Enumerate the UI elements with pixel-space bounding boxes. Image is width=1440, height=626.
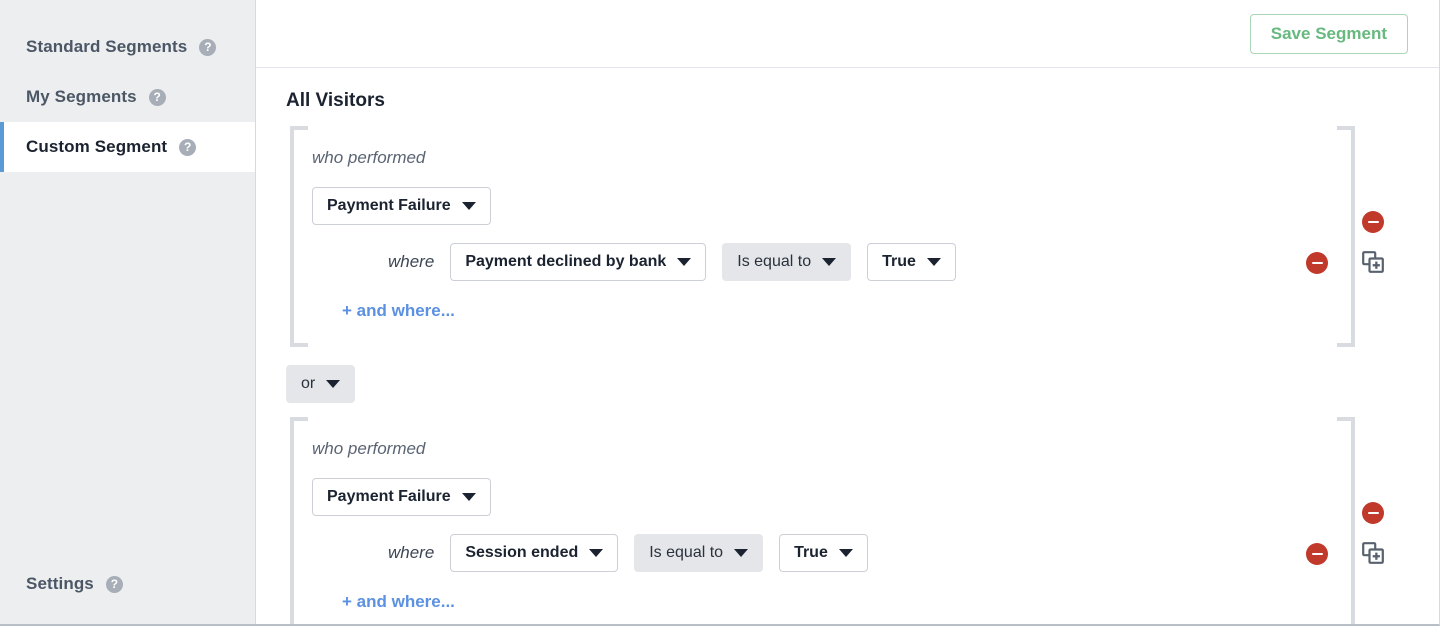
remove-group-button[interactable]	[1362, 502, 1384, 524]
where-row: where Payment declined by bank Is equal …	[388, 243, 1439, 281]
where-label: where	[388, 252, 435, 271]
segment-canvas: All Visitors who performed Payment Failu…	[256, 68, 1439, 624]
value-dropdown-value: True	[794, 544, 828, 561]
sidebar-item-label: My Segments	[26, 87, 137, 106]
help-circle-icon[interactable]: ?	[179, 138, 197, 156]
sidebar-item-label: Custom Segment	[26, 137, 168, 156]
event-dropdown-value: Payment Failure	[327, 197, 451, 214]
operator-dropdown-value: Is equal to	[649, 544, 724, 561]
value-dropdown[interactable]: True	[867, 243, 956, 281]
event-dropdown[interactable]: Payment Failure	[312, 478, 491, 516]
attribute-dropdown[interactable]: Session ended	[450, 534, 619, 572]
chevron-down-icon	[926, 258, 941, 266]
remove-group-button[interactable]	[1362, 211, 1384, 233]
chevron-down-icon	[677, 258, 692, 266]
remove-circle-icon	[1367, 220, 1379, 224]
connector-dropdown[interactable]: or	[286, 365, 356, 403]
attribute-dropdown[interactable]: Payment declined by bank	[450, 243, 707, 281]
condition-group-2-right-bracket	[1333, 417, 1355, 624]
condition-group-2-body: who performed Payment Failure where Sess…	[290, 417, 1439, 624]
condition-group-2-actions	[1361, 502, 1385, 564]
sidebar-settings-label: Settings	[26, 574, 94, 593]
attribute-dropdown-value: Session ended	[465, 544, 579, 561]
sidebar-item-my-segments[interactable]: My Segments ?	[0, 72, 255, 122]
sidebar: Standard Segments ? My Segments ? Custom…	[0, 0, 256, 624]
chevron-down-icon	[822, 258, 837, 266]
remove-condition-row-button[interactable]	[1306, 252, 1328, 274]
attribute-dropdown-value: Payment declined by bank	[465, 253, 667, 270]
chevron-down-icon	[589, 549, 604, 557]
remove-circle-icon	[1311, 261, 1323, 265]
duplicate-group-button[interactable]	[1362, 251, 1384, 273]
group-connector: or	[256, 365, 1439, 403]
value-dropdown-value: True	[882, 253, 916, 270]
where-label: where	[388, 543, 435, 562]
segment-builder-app: Standard Segments ? My Segments ? Custom…	[0, 0, 1440, 626]
top-toolbar: Save Segment	[256, 0, 1439, 68]
chevron-down-icon	[734, 549, 749, 557]
operator-dropdown[interactable]: Is equal to	[722, 243, 852, 281]
help-circle-icon[interactable]: ?	[105, 575, 123, 593]
operator-dropdown[interactable]: Is equal to	[634, 534, 764, 572]
chevron-down-icon	[461, 493, 476, 501]
sidebar-item-label: Standard Segments	[26, 37, 188, 56]
help-circle-icon[interactable]: ?	[199, 38, 217, 56]
sidebar-nav-list: Standard Segments ? My Segments ? Custom…	[0, 0, 255, 172]
remove-condition-row-button[interactable]	[1306, 543, 1328, 565]
event-dropdown-value: Payment Failure	[327, 488, 451, 505]
condition-group-2: who performed Payment Failure where Sess…	[256, 417, 1439, 624]
operator-dropdown-value: Is equal to	[737, 253, 812, 270]
remove-circle-icon	[1311, 552, 1323, 556]
event-dropdown[interactable]: Payment Failure	[312, 187, 491, 225]
help-circle-icon[interactable]: ?	[148, 88, 166, 106]
condition-group-1-actions	[1361, 211, 1385, 273]
where-row: where Session ended Is equal to True	[388, 534, 1439, 572]
duplicate-icon	[1362, 251, 1384, 273]
sidebar-item-settings[interactable]: Settings ?	[0, 558, 255, 610]
value-dropdown[interactable]: True	[779, 534, 868, 572]
duplicate-icon	[1362, 542, 1384, 564]
duplicate-group-button[interactable]	[1362, 542, 1384, 564]
chevron-down-icon	[838, 549, 853, 557]
main-panel: Save Segment All Visitors who performed …	[256, 0, 1439, 624]
save-segment-button[interactable]: Save Segment	[1249, 13, 1408, 54]
condition-group-1-right-bracket	[1333, 126, 1355, 347]
remove-circle-icon	[1367, 511, 1379, 515]
who-performed-label: who performed	[312, 439, 426, 458]
who-performed-label: who performed	[312, 148, 426, 167]
sidebar-item-custom-segment[interactable]: Custom Segment ?	[0, 122, 255, 172]
sidebar-item-standard-segments[interactable]: Standard Segments ?	[0, 22, 255, 72]
connector-dropdown-value: or	[301, 375, 316, 392]
add-where-link[interactable]: + and where...	[342, 301, 455, 321]
page-title: All Visitors	[286, 90, 385, 111]
chevron-down-icon	[461, 202, 476, 210]
condition-group-1: who performed Payment Failure where Paym…	[256, 126, 1439, 347]
condition-group-1-body: who performed Payment Failure where Paym…	[290, 126, 1439, 347]
chevron-down-icon	[326, 380, 341, 388]
add-where-link[interactable]: + and where...	[342, 592, 455, 612]
